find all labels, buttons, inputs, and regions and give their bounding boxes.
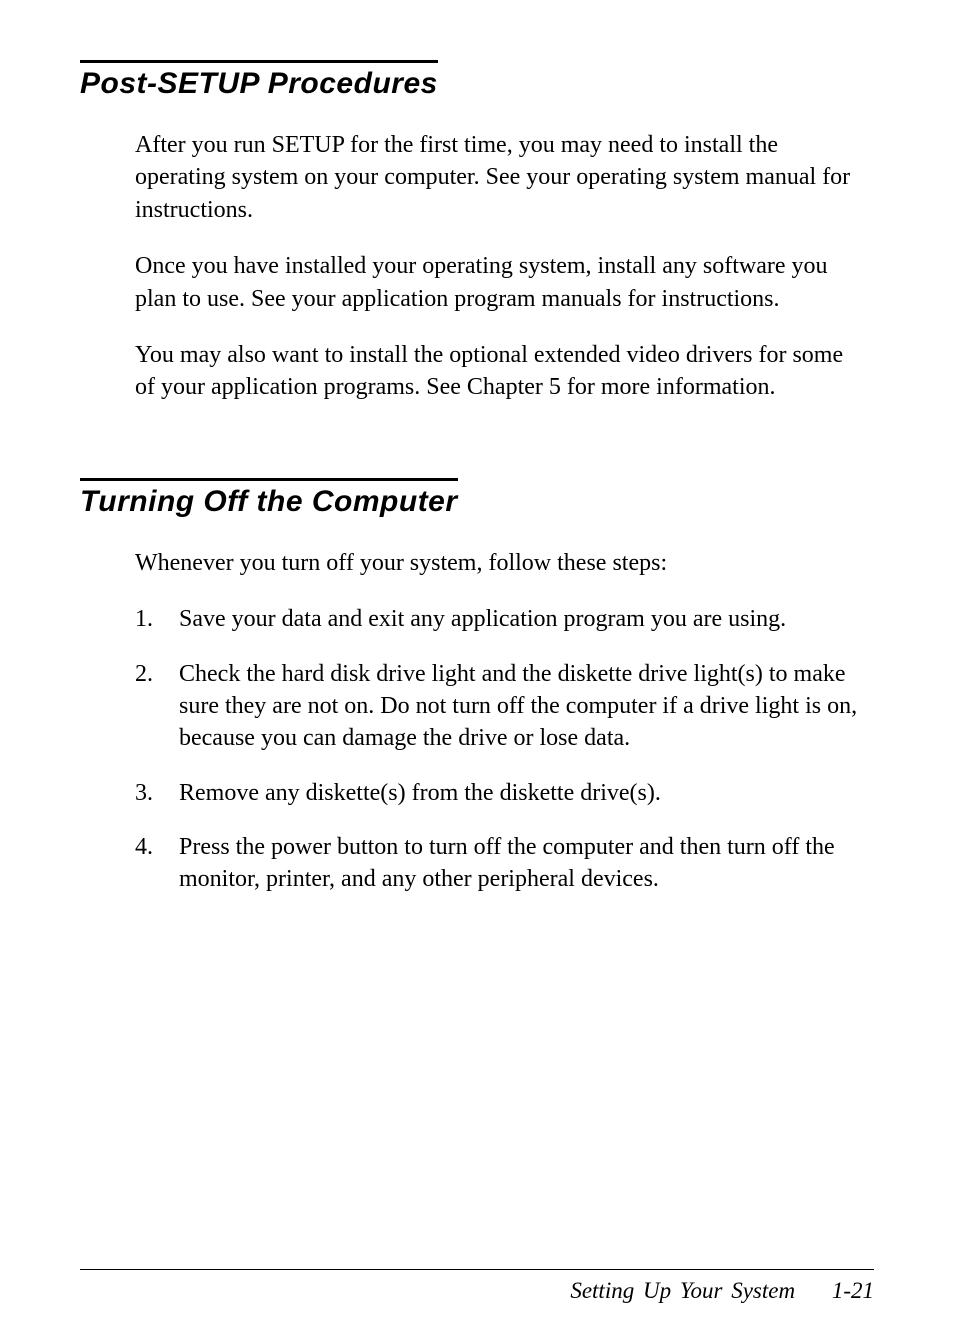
footer-rule [80, 1269, 874, 1270]
section-heading-turning-off: Turning Off the Computer [80, 478, 458, 519]
list-item: 2. Check the hard disk drive light and t… [135, 658, 864, 755]
para: After you run SETUP for the first time, … [135, 129, 864, 226]
section2-body: Whenever you turn off your system, follo… [80, 547, 874, 896]
list-number: 3. [135, 777, 179, 809]
section1-body: After you run SETUP for the first time, … [80, 129, 874, 404]
footer-label: Setting Up Your System [570, 1278, 795, 1303]
page-content: Post-SETUP Procedures After you run SETU… [80, 60, 874, 896]
list-text: Check the hard disk drive light and the … [179, 658, 864, 755]
para: You may also want to install the optiona… [135, 339, 864, 404]
list-text: Save your data and exit any application … [179, 603, 864, 635]
intro-para: Whenever you turn off your system, follo… [135, 547, 864, 579]
list-item: 4. Press the power button to turn off th… [135, 831, 864, 896]
para: Once you have installed your operating s… [135, 250, 864, 315]
list-number: 4. [135, 831, 179, 896]
section-heading-post-setup: Post-SETUP Procedures [80, 60, 438, 101]
list-text: Remove any diskette(s) from the diskette… [179, 777, 864, 809]
list-text: Press the power button to turn off the c… [179, 831, 864, 896]
steps-list: 1. Save your data and exit any applicati… [135, 603, 864, 896]
footer: Setting Up Your System 1-21 [570, 1278, 874, 1304]
list-item: 3. Remove any diskette(s) from the diske… [135, 777, 864, 809]
footer-page-number: 1-21 [832, 1278, 874, 1303]
list-item: 1. Save your data and exit any applicati… [135, 603, 864, 635]
list-number: 2. [135, 658, 179, 755]
list-number: 1. [135, 603, 179, 635]
